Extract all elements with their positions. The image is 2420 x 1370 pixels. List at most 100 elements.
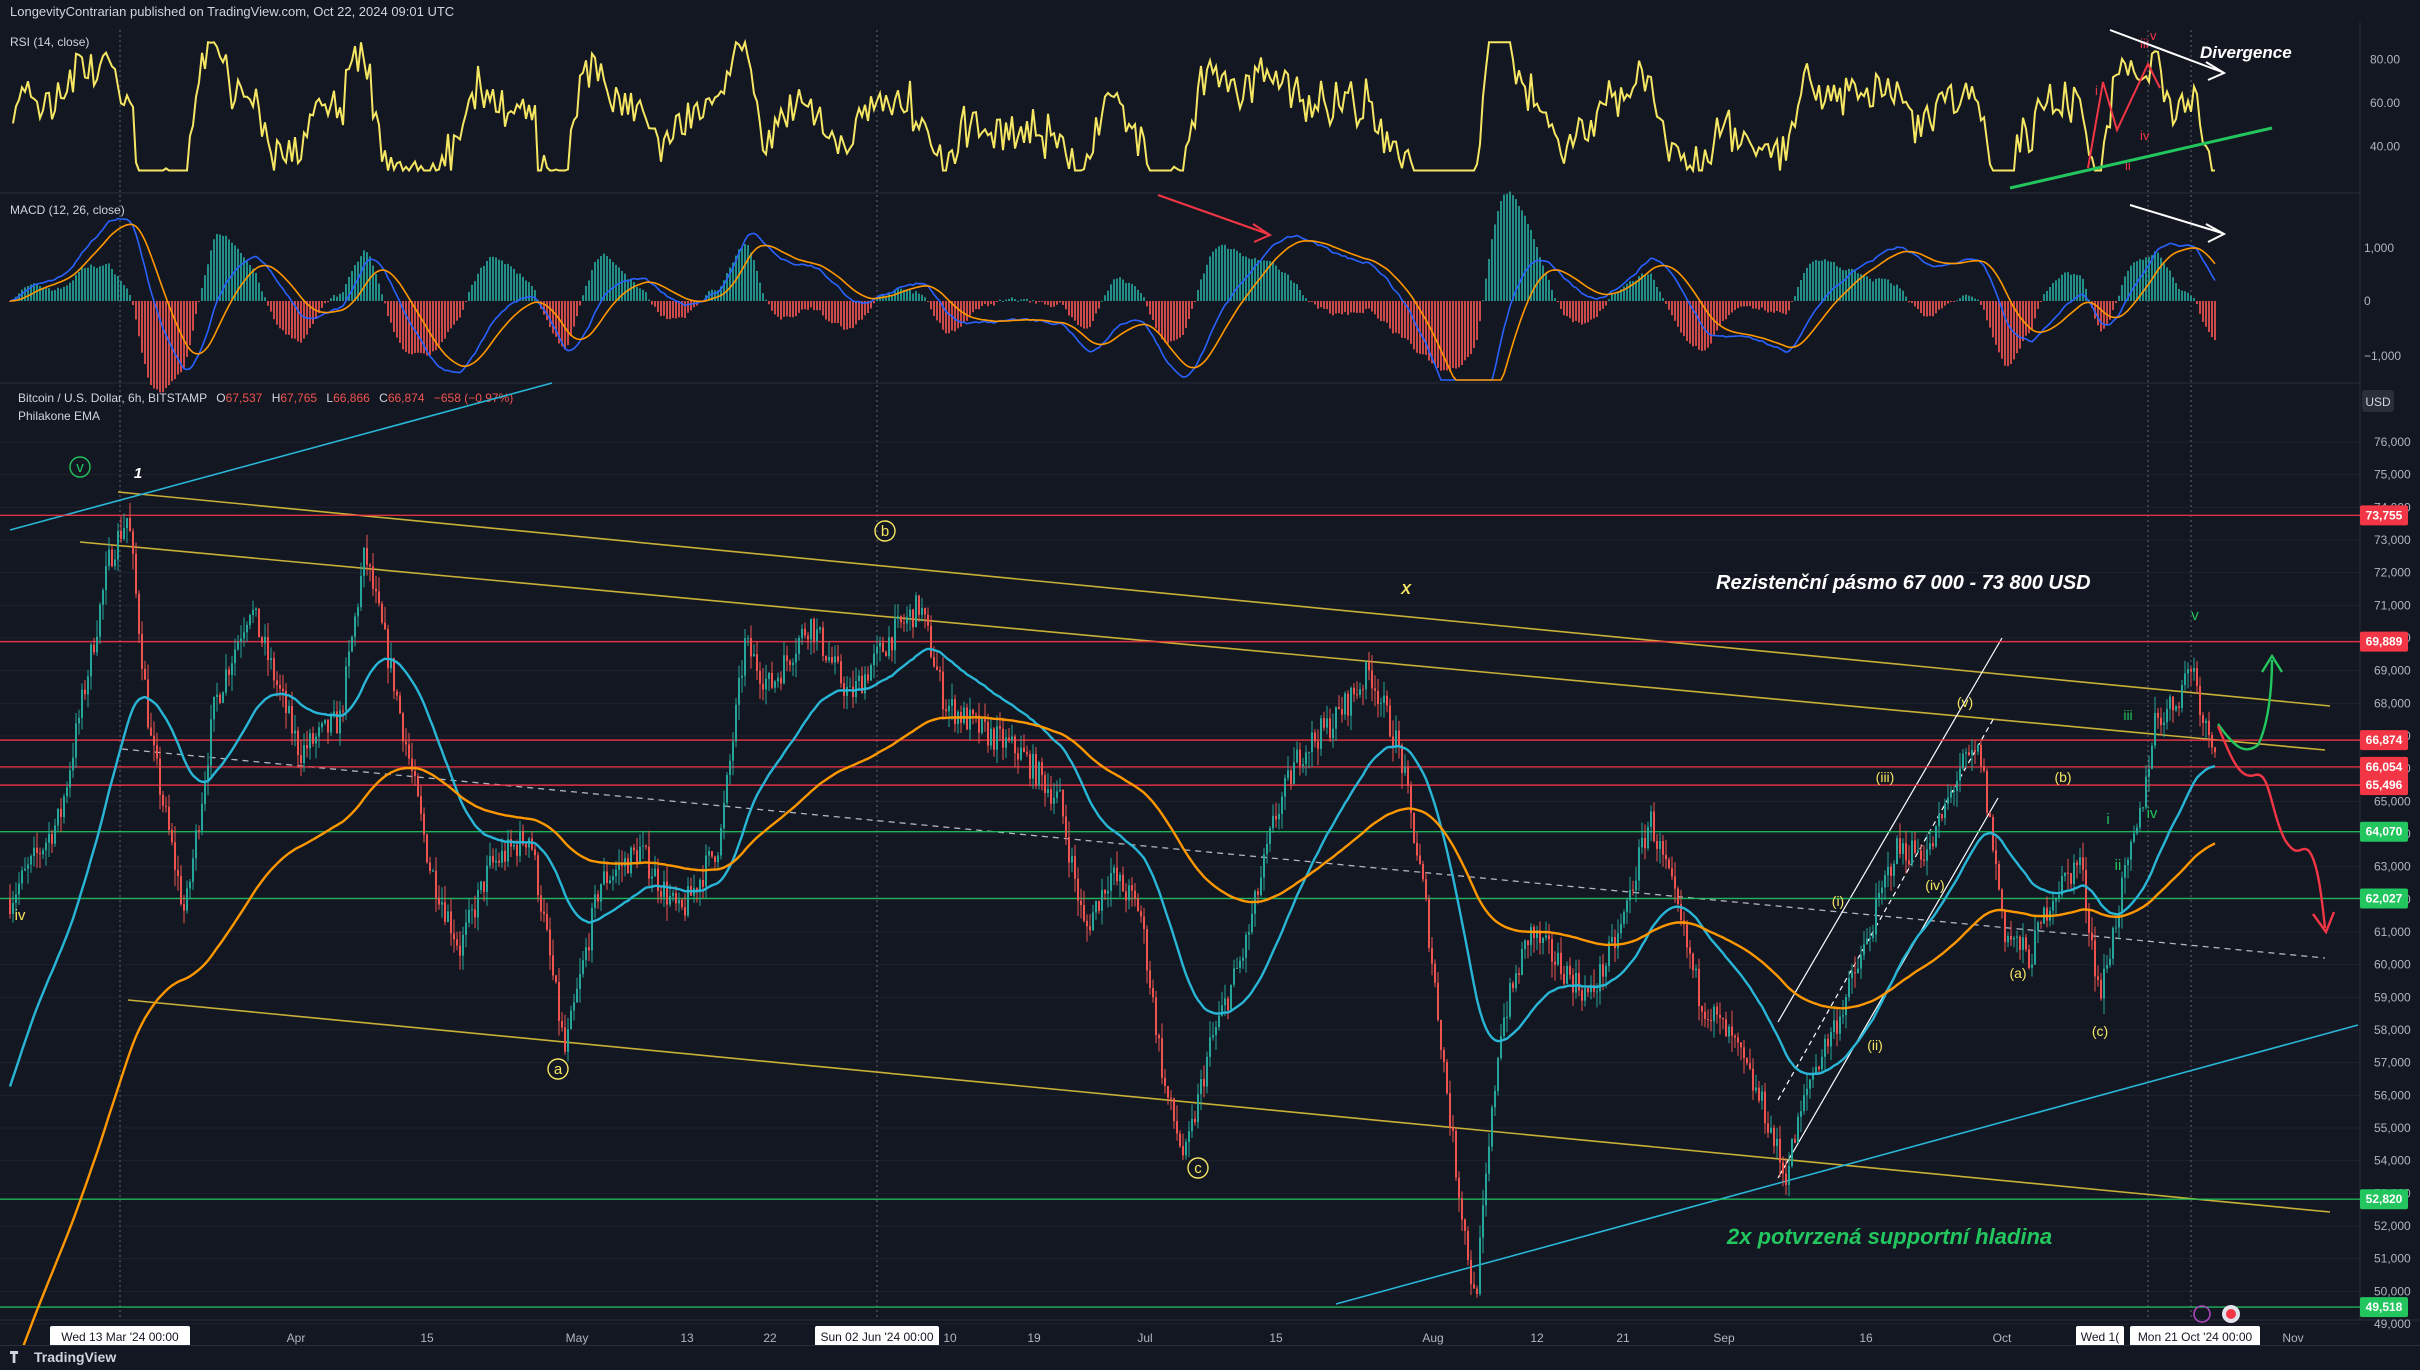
tradingview-brand[interactable]: TradingView	[10, 1349, 116, 1365]
macd-hist-bar	[1041, 301, 1043, 302]
candle-body	[1827, 1038, 1829, 1047]
candle-body	[1515, 973, 1517, 989]
macd-hist-bar	[1941, 301, 1943, 309]
candle-body	[1878, 893, 1880, 899]
candle-body	[180, 875, 182, 904]
macd-hist-bar	[1791, 301, 1793, 302]
macd-hist-bar	[321, 301, 323, 308]
candle-body	[123, 528, 125, 539]
time-highlight-label: Mon 21 Oct '24 00:00	[2138, 1330, 2253, 1344]
time-tick-label: 12	[1530, 1331, 1544, 1345]
candle-body	[1893, 863, 1895, 876]
macd-hist-bar	[432, 301, 434, 352]
macd-hist-bar	[1665, 301, 1667, 304]
candle-body	[1482, 1205, 1484, 1238]
macd-hist-bar	[1260, 261, 1262, 301]
trading-chart[interactable]: RSI (14, close) 80.0060.0040.00iiiiiiivv…	[0, 22, 2420, 1345]
macd-hist-bar	[1020, 299, 1022, 301]
candle-body	[1194, 1118, 1196, 1123]
candle-body	[1725, 1019, 1727, 1037]
candle-body	[1917, 850, 1919, 853]
macd-hist-bar	[1959, 298, 1961, 301]
macd-hist-bar	[1782, 301, 1784, 314]
macd-hist-bar	[1470, 301, 1472, 355]
macd-hist-bar	[1788, 301, 1790, 311]
wave-label: v	[2191, 607, 2199, 624]
candle-body	[1008, 737, 1010, 741]
macd-hist-bar	[1026, 298, 1028, 301]
candle-body	[1863, 944, 1865, 956]
candle-body	[1101, 890, 1103, 911]
macd-hist-bar	[1185, 301, 1187, 328]
candle-body	[609, 880, 611, 883]
candle-body	[1239, 960, 1241, 968]
macd-hist-bar	[1650, 273, 1652, 301]
macd-hist-bar	[150, 301, 152, 386]
macd-hist-bar	[1902, 290, 1904, 301]
candle-body	[1644, 837, 1646, 849]
candle-body	[1017, 753, 1019, 760]
candle-body	[1053, 797, 1055, 804]
wave-label: b	[881, 523, 889, 540]
macd-hist-bar	[48, 288, 50, 301]
macd-hist-bar	[1800, 280, 1802, 301]
candle-body	[825, 655, 827, 661]
candle-body	[816, 629, 818, 642]
time-tick-label: Oct	[1993, 1331, 2012, 1345]
time-tick-label: 10	[943, 1331, 957, 1345]
macd-hist-bar	[1455, 301, 1457, 369]
macd-hist-bar	[1104, 295, 1106, 301]
candle-body	[1692, 953, 1694, 971]
time-tick-label: Nov	[2282, 1331, 2303, 1345]
candle-body	[1803, 1095, 1805, 1112]
candle-body	[2121, 877, 2123, 914]
price-tick-label: 50,000	[2374, 1284, 2411, 1298]
macd-hist-bar	[2082, 278, 2084, 301]
macd-hist-bar	[1308, 301, 1310, 302]
candle-body	[1809, 1079, 1811, 1089]
macd-hist-bar	[1761, 301, 1763, 308]
macd-hist-bar	[516, 273, 518, 301]
macd-hist-bar	[639, 288, 641, 301]
macd-hist-bar	[1740, 301, 1742, 307]
candle-body	[627, 858, 629, 874]
macd-hist-bar	[303, 301, 305, 339]
macd-hist-bar	[1533, 239, 1535, 301]
candle-body	[1761, 1091, 1763, 1101]
candle-body	[1899, 838, 1901, 854]
macd-hist-bar	[1917, 301, 1919, 310]
macd-hist-bar	[2145, 257, 2147, 301]
macd-hist-bar	[465, 301, 467, 302]
macd-hist-bar	[1170, 301, 1172, 342]
macd-hist-bar	[1131, 283, 1133, 301]
candle-body	[678, 899, 680, 904]
candle-body	[2112, 927, 2114, 959]
macd-hist-bar	[1971, 296, 1973, 301]
macd-hist-bar	[450, 301, 452, 329]
macd-hist-bar	[690, 301, 692, 311]
macd-hist-bar	[1932, 301, 1934, 317]
candle-body	[1377, 690, 1379, 705]
candle-body	[2133, 833, 2135, 842]
macd-hist-bar	[1350, 301, 1352, 313]
candle-body	[1800, 1111, 1802, 1117]
macd-hist-bar	[1173, 301, 1175, 341]
candle-body	[1833, 1020, 1835, 1032]
candle-body	[240, 638, 242, 642]
macd-hist-bar	[585, 285, 587, 301]
price-tick-label: 59,000	[2374, 990, 2411, 1004]
candle-body	[2142, 807, 2144, 809]
wave-label: (v)	[1957, 694, 1973, 710]
macd-hist-bar	[1914, 301, 1916, 307]
candle-body	[1263, 854, 1265, 878]
support-annotation: 2x potvrzená supportní hladina	[1726, 1224, 2052, 1249]
wave-label: (i)	[1832, 893, 1844, 909]
candle-body	[324, 719, 326, 724]
candle-body	[1638, 847, 1640, 881]
candle-body	[1020, 747, 1022, 760]
candle-body	[399, 695, 401, 714]
candle-body	[1716, 1006, 1718, 1015]
candle-body	[882, 642, 884, 652]
candle-body	[1323, 718, 1325, 728]
footer-bar	[0, 1345, 2420, 1370]
